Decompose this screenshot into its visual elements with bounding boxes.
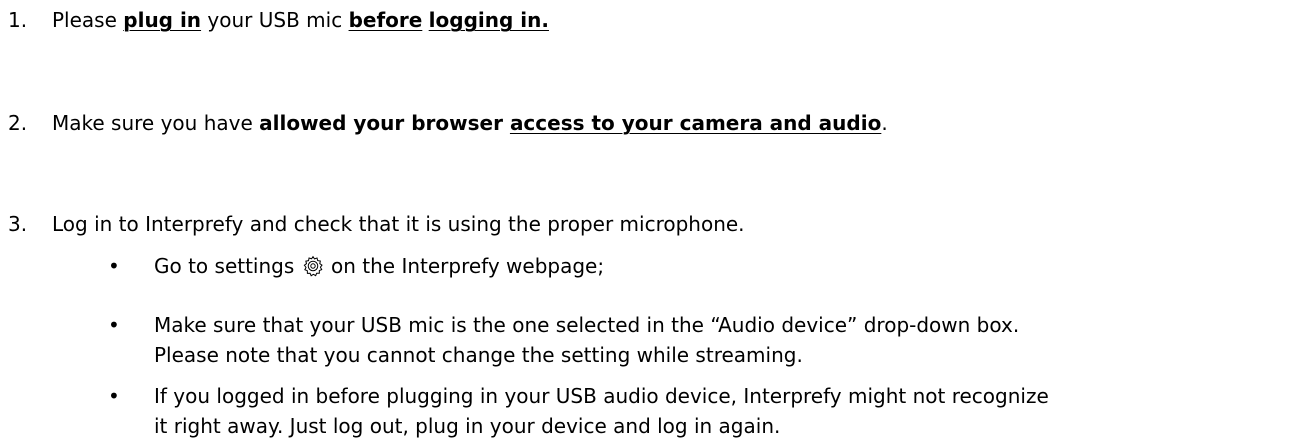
- bullet-glyph: •: [108, 384, 120, 408]
- step-text: Make sure you have allowed your browser …: [52, 111, 888, 135]
- emphasis-camera-audio: access to your camera and audio: [509, 111, 882, 135]
- settings-gear-icon: [302, 255, 324, 277]
- document-page: 1. Please plug in your USB mic before log…: [0, 0, 1301, 447]
- text-line: Please note that you cannot change the s…: [154, 343, 803, 367]
- step-number: 1.: [8, 8, 28, 32]
- bullet-glyph: •: [108, 313, 120, 337]
- bullet-text: Make sure that your USB mic is the one s…: [154, 310, 1298, 370]
- text-line: it right away. Just log out, plug in you…: [154, 414, 781, 438]
- text-run: Make sure you have: [52, 111, 260, 135]
- text-run: Go to settings: [154, 254, 301, 278]
- step-number: 3.: [8, 212, 28, 236]
- step-3: 3. Log in to Interprefy and check that it…: [8, 209, 745, 239]
- bullet-text: Go to settings on the Interprefy webpage…: [154, 251, 1298, 281]
- text-run: on the Interprefy webpage;: [324, 254, 605, 278]
- text-line: Make sure that your USB mic is the one s…: [154, 313, 1020, 337]
- step-2: 2. Make sure you have allowed your browse…: [8, 108, 888, 138]
- bullet-glyph: •: [108, 254, 120, 278]
- text-run: your USB mic: [201, 8, 349, 32]
- emphasis-before: before: [348, 8, 423, 32]
- step-text: Please plug in your USB mic before loggi…: [52, 8, 549, 32]
- emphasis-logging-in: logging in.: [428, 8, 549, 32]
- step-number: 2.: [8, 111, 28, 135]
- step-1: 1. Please plug in your USB mic before log…: [8, 5, 549, 35]
- bullet-text: If you logged in before plugging in your…: [154, 381, 1298, 441]
- emphasis-plug-in: plug in: [123, 8, 202, 32]
- text-line: If you logged in before plugging in your…: [154, 384, 1049, 408]
- emphasis-allowed-browser: allowed your browser: [259, 111, 510, 135]
- text-run: Please: [52, 8, 124, 32]
- text-run: .: [881, 111, 888, 135]
- step-text: Log in to Interprefy and check that it i…: [52, 212, 745, 236]
